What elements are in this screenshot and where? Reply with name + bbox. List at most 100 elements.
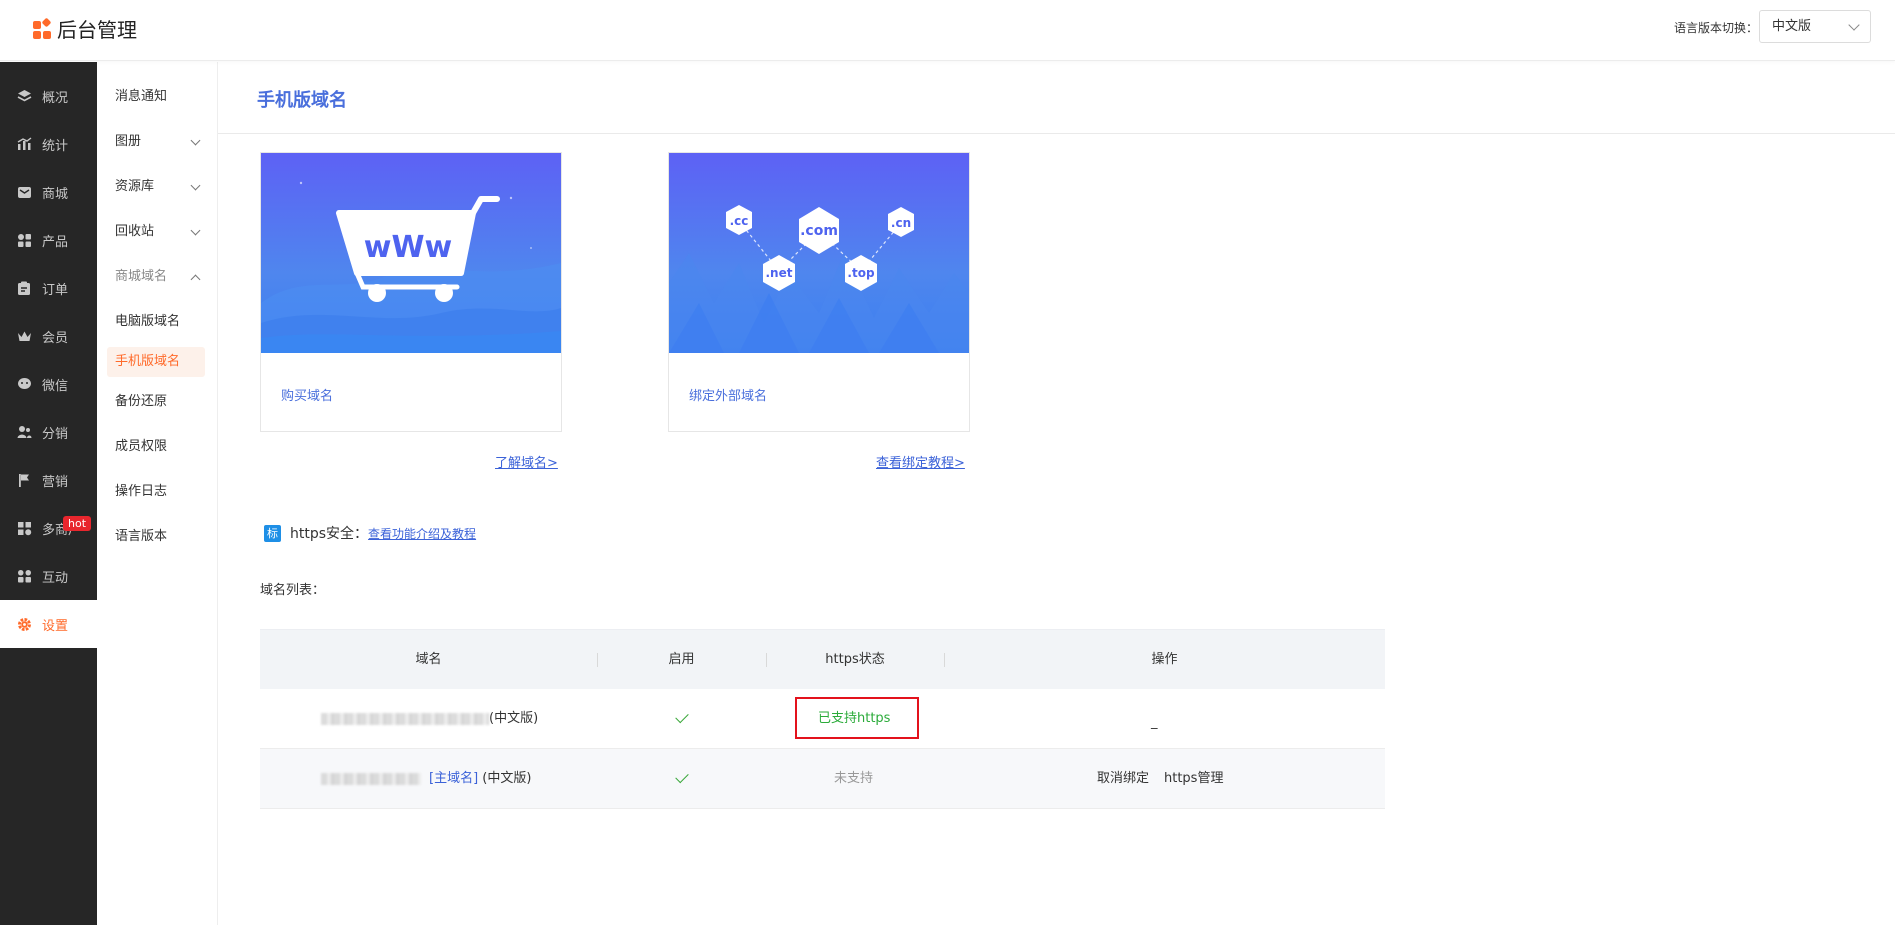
subnav-item-label: 成员权限 bbox=[115, 439, 168, 454]
subnav-item-label: 语言版本 bbox=[115, 529, 168, 544]
sidebar-item-label: 会员 bbox=[42, 330, 69, 346]
chevron-up-icon bbox=[190, 274, 201, 285]
main-domain-tag[interactable]: [主域名] bbox=[429, 771, 478, 786]
subnav-item-backup[interactable]: 备份还原 bbox=[107, 387, 205, 417]
subnav-item-label: 电脑版域名 bbox=[115, 314, 181, 329]
domain-list-title: 域名列表： bbox=[260, 583, 326, 598]
lang-label: 语言版本切换： bbox=[1674, 21, 1759, 35]
main-content: 手机版域名 wWw 购买域名 了解域名> .cc .com .cn .net .… bbox=[218, 62, 1895, 925]
subnav-item-label: 图册 bbox=[115, 134, 142, 149]
crown-icon bbox=[16, 328, 32, 344]
lang-select-value: 中文版 bbox=[1772, 19, 1812, 34]
https-status: 未支持 bbox=[834, 771, 874, 786]
subnav-item-albums[interactable]: 图册 bbox=[107, 127, 205, 157]
table-header: 域名 启用 https状态 操作 bbox=[260, 629, 1385, 689]
subnav-item-logs[interactable]: 操作日志 bbox=[107, 477, 205, 507]
subnav-item-label: 手机版域名 bbox=[115, 354, 181, 369]
grid-icon bbox=[16, 232, 32, 248]
sidebar-item-mall[interactable]: 商城 bbox=[0, 168, 97, 216]
learn-domain-link[interactable]: 了解域名> bbox=[495, 452, 558, 471]
app-title: 后台管理 bbox=[57, 18, 137, 42]
sidebar-item-label: 统计 bbox=[42, 138, 69, 154]
sidebar-item-members[interactable]: 会员 bbox=[0, 312, 97, 360]
https-row: 标 https安全： 查看功能介绍及教程 bbox=[264, 523, 476, 543]
tld-net: .net bbox=[766, 266, 793, 280]
sidebar-item-overview[interactable]: 概况 bbox=[0, 72, 97, 120]
lang-select[interactable]: 中文版 bbox=[1759, 10, 1871, 43]
store-icon bbox=[16, 520, 32, 536]
https-status: 已支持https bbox=[818, 711, 891, 726]
subnav-item-label: 消息通知 bbox=[115, 89, 168, 104]
buy-domain-card[interactable]: wWw 购买域名 bbox=[260, 152, 562, 432]
sidebar-item-interaction[interactable]: 互动 bbox=[0, 552, 97, 600]
sidebar-item-marketing[interactable]: 营销 bbox=[0, 456, 97, 504]
sidebar-item-distribution[interactable]: 分销 bbox=[0, 408, 97, 456]
subnav-item-label: 备份还原 bbox=[115, 394, 168, 409]
column-header-domain: 域名 bbox=[415, 652, 442, 667]
subnav-item-languages[interactable]: 语言版本 bbox=[107, 522, 205, 552]
chevron-down-icon bbox=[190, 135, 201, 146]
wechat-icon bbox=[16, 376, 32, 392]
check-icon bbox=[675, 769, 689, 784]
redacted-domain bbox=[321, 712, 489, 725]
hot-badge: hot bbox=[63, 516, 92, 531]
subnav-item-resources[interactable]: 资源库 bbox=[107, 172, 205, 202]
tld-cn: .cn bbox=[891, 216, 911, 230]
tld-top: .top bbox=[847, 266, 875, 280]
www-art-text: wWw bbox=[364, 230, 453, 265]
bind-domain-card[interactable]: .cc .com .cn .net .top 绑定外部域名 bbox=[668, 152, 970, 432]
layers-icon bbox=[16, 88, 32, 104]
chevron-down-icon bbox=[190, 180, 201, 191]
table-row: (中文版) 已支持https _ bbox=[260, 689, 1385, 749]
subnav-item-label: 商城域名 bbox=[115, 269, 168, 284]
mail-icon bbox=[16, 184, 32, 200]
domain-lang-suffix: (中文版) bbox=[482, 771, 532, 786]
column-header-https: https状态 bbox=[825, 652, 885, 667]
sidebar-item-wechat[interactable]: 微信 bbox=[0, 360, 97, 408]
action-placeholder: _ bbox=[1151, 715, 1158, 730]
sidebar-item-label: 产品 bbox=[42, 234, 69, 250]
logo[interactable]: 后台管理 bbox=[33, 14, 137, 43]
sidebar-item-label: 订单 bbox=[42, 282, 69, 298]
tld-com: .com bbox=[800, 223, 838, 239]
sidebar-item-products[interactable]: 产品 bbox=[0, 216, 97, 264]
https-tutorial-link[interactable]: 查看功能介绍及教程 bbox=[368, 525, 476, 542]
sidebar-item-label: 分销 bbox=[42, 426, 69, 442]
https-label: https安全： bbox=[290, 526, 369, 542]
buy-domain-illustration: wWw bbox=[261, 153, 561, 353]
sidebar-item-label: 概况 bbox=[42, 90, 69, 106]
gear-icon bbox=[16, 616, 32, 632]
logo-icon bbox=[33, 17, 53, 39]
sidebar-item-label: 设置 bbox=[42, 618, 69, 634]
subnav-item-mobile-domain[interactable]: 手机版域名 bbox=[107, 347, 205, 377]
bind-domain-label: 绑定外部域名 bbox=[689, 389, 768, 404]
column-header-actions: 操作 bbox=[1151, 652, 1178, 667]
subnav-item-pc-domain[interactable]: 电脑版域名 bbox=[107, 307, 205, 337]
domain-cell: (中文版) bbox=[321, 689, 538, 749]
subnav-item-notifications[interactable]: 消息通知 bbox=[107, 82, 205, 112]
domain-lang-suffix: (中文版) bbox=[489, 711, 539, 726]
tld-cc: .cc bbox=[730, 214, 749, 228]
title-divider bbox=[218, 133, 1895, 134]
sub-navigation: 消息通知 图册 资源库 回收站 商城域名 电脑版域名 手机版域名 备份还原 成员… bbox=[97, 62, 218, 925]
bind-domain-illustration: .cc .com .cn .net .top bbox=[669, 153, 969, 353]
sidebar-item-stats[interactable]: 统计 bbox=[0, 120, 97, 168]
https-manage-button[interactable]: https管理 bbox=[1164, 749, 1223, 809]
bind-tutorial-link[interactable]: 查看绑定教程> bbox=[876, 452, 965, 471]
chevron-down-icon bbox=[1848, 19, 1860, 31]
sidebar-item-settings[interactable]: 设置 bbox=[0, 600, 97, 648]
sidebar-item-label: 微信 bbox=[42, 378, 69, 394]
tag-icon: 标 bbox=[264, 524, 281, 542]
sidebar-item-orders[interactable]: 订单 bbox=[0, 264, 97, 312]
subnav-item-mall-domain[interactable]: 商城域名 bbox=[107, 262, 205, 292]
redacted-domain bbox=[321, 772, 421, 785]
sidebar-item-label: 商城 bbox=[42, 186, 69, 202]
page-title: 手机版域名 bbox=[257, 90, 347, 111]
people-icon bbox=[16, 568, 32, 584]
subnav-item-permissions[interactable]: 成员权限 bbox=[107, 432, 205, 462]
check-icon bbox=[675, 709, 689, 724]
unbind-button[interactable]: 取消绑定 bbox=[1097, 749, 1149, 809]
sidebar: 概况 统计 商城 产品 订单 会员 微信 分销 营销 多商户 互动 设置 hot bbox=[0, 62, 97, 925]
domain-cell: [主域名] (中文版) bbox=[321, 749, 531, 809]
subnav-item-recycle-bin[interactable]: 回收站 bbox=[107, 217, 205, 247]
